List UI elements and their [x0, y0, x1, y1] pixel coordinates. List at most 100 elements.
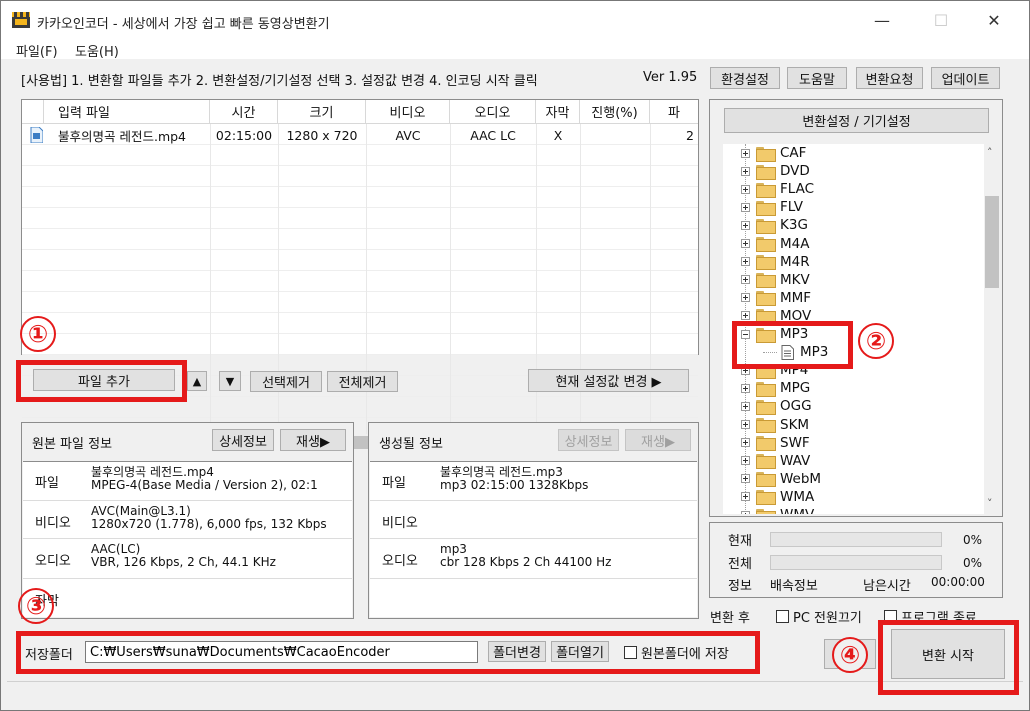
request-button[interactable]: 변환요청	[856, 67, 923, 89]
save-folder-input[interactable]	[85, 641, 478, 663]
info-label: 정보	[728, 579, 752, 594]
update-button[interactable]: 업데이트	[931, 67, 1000, 89]
program-exit-checkbox[interactable]: 프로그램 종료	[884, 607, 977, 626]
tree-vertical-scrollbar[interactable]: ˄ ˅	[984, 144, 1000, 514]
conversion-settings-header-button[interactable]: 변환설정 / 기기설정	[724, 108, 989, 133]
help-button[interactable]: 도움말	[787, 67, 847, 89]
collapse-icon[interactable]	[741, 329, 750, 339]
tree-scrollbar-thumb[interactable]	[985, 196, 999, 288]
expand-icon[interactable]	[741, 239, 750, 248]
output-detail-button[interactable]: 상세정보	[558, 429, 619, 451]
open-folder-button[interactable]: 폴더열기	[551, 641, 609, 662]
tree-item-format[interactable]: DVD	[741, 162, 810, 180]
expand-icon[interactable]	[741, 311, 750, 321]
start-conversion-button[interactable]: 변환 시작	[891, 629, 1005, 679]
file-list-table[interactable]: 입력 파일 시간 크기 비디오 오디오 자막 진행(%) 파 불후의명곡 레전드…	[21, 99, 699, 451]
folder-icon	[756, 363, 776, 379]
current-progress-bar	[770, 532, 942, 547]
expand-icon[interactable]	[741, 365, 750, 375]
pc-off-checkbox[interactable]: PC 전원끄기	[776, 607, 862, 626]
expand-icon[interactable]	[741, 148, 750, 158]
source-info-title: 원본 파일 정보	[32, 437, 113, 452]
tree-item-format[interactable]: SWF	[741, 434, 810, 452]
tree-item-format[interactable]: M4A	[741, 235, 809, 253]
format-tree[interactable]: CAF DVD FLAC FLV K3G M4A M4R MKV MMF MOV MP3 MP3 MP4…	[723, 144, 985, 514]
tree-item-format[interactable]: SKM	[741, 416, 809, 434]
maximize-button[interactable]: ☐	[926, 9, 956, 33]
tree-item-format[interactable]: MP3	[741, 325, 808, 343]
tree-item-format[interactable]: OGG	[741, 397, 812, 415]
tree-item-format[interactable]: FLV	[741, 198, 803, 216]
tree-item-format[interactable]: MOV	[741, 307, 811, 325]
expand-icon[interactable]	[741, 401, 750, 411]
column-size[interactable]: 크기	[278, 100, 366, 123]
tree-item-format[interactable]: CAF	[741, 144, 806, 162]
expand-icon[interactable]	[741, 220, 750, 230]
cell-extra: 2	[686, 127, 694, 143]
menu-file[interactable]: 파일(F)	[16, 41, 58, 60]
expand-icon[interactable]	[741, 383, 750, 393]
column-progress[interactable]: 진행(%)	[580, 100, 650, 123]
tree-item-format[interactable]: K3G	[741, 216, 808, 234]
move-up-button[interactable]: ▲	[187, 371, 207, 391]
expand-icon[interactable]	[741, 510, 750, 514]
expand-icon[interactable]	[741, 492, 750, 502]
column-subtitle[interactable]: 자막	[536, 100, 580, 123]
output-play-button[interactable]: 재생▶	[625, 429, 691, 451]
checkbox-box[interactable]	[624, 646, 637, 659]
folder-icon	[756, 273, 776, 289]
expand-icon[interactable]	[741, 184, 750, 194]
column-extra[interactable]: 파	[650, 100, 698, 123]
menu-help[interactable]: 도움(H)	[75, 41, 119, 60]
folder-icon	[756, 146, 776, 162]
expand-icon[interactable]	[741, 474, 750, 484]
version-label: Ver 1.95	[643, 70, 698, 85]
close-button[interactable]: ✕	[979, 9, 1009, 33]
tree-item-format[interactable]: WAV	[741, 452, 810, 470]
tree-item-format[interactable]: MPG	[741, 379, 810, 397]
remove-selected-button[interactable]: 선택제거	[250, 371, 322, 392]
tree-item-format[interactable]: WMV	[741, 506, 814, 514]
expand-icon[interactable]	[741, 202, 750, 212]
source-detail-button[interactable]: 상세정보	[212, 429, 274, 451]
expand-icon[interactable]	[741, 166, 750, 176]
tree-item-format[interactable]: FLAC	[741, 180, 814, 198]
add-file-button[interactable]: 파일 추가	[33, 369, 175, 391]
expand-icon[interactable]	[741, 456, 750, 466]
tree-item-preset[interactable]: MP3	[763, 343, 828, 361]
move-down-button[interactable]: ▼	[219, 371, 241, 391]
scroll-up-icon[interactable]: ˄	[987, 146, 993, 159]
settings-button[interactable]: 환경설정	[710, 67, 780, 89]
tree-item-format[interactable]: M4R	[741, 253, 810, 271]
checkbox-box[interactable]	[776, 610, 789, 623]
folder-icon	[756, 454, 776, 470]
minimize-button[interactable]: —	[867, 9, 897, 33]
expand-icon[interactable]	[741, 257, 750, 267]
column-video[interactable]: 비디오	[366, 100, 450, 123]
scroll-down-icon[interactable]: ˅	[987, 497, 993, 510]
tree-item-format[interactable]: MKV	[741, 271, 810, 289]
folder-icon	[756, 381, 776, 397]
expand-icon[interactable]	[741, 420, 750, 429]
callout-number-1: ①	[20, 316, 56, 352]
expand-icon[interactable]	[741, 275, 750, 285]
tree-item-format[interactable]: WebM	[741, 470, 821, 488]
expand-icon[interactable]	[741, 438, 750, 448]
tree-item-format[interactable]: MP4	[741, 361, 808, 379]
save-folder-label: 저장폴더	[25, 648, 73, 663]
table-row[interactable]: 불후의명곡 레전드.mp4 02:15:00 1280 x 720 AVC AA…	[22, 125, 698, 145]
checkbox-box[interactable]	[884, 610, 897, 623]
remove-all-button[interactable]: 전체제거	[327, 371, 398, 392]
expand-icon[interactable]	[741, 293, 750, 303]
tree-item-format[interactable]: MMF	[741, 289, 811, 307]
tree-item-format[interactable]: WMA	[741, 488, 814, 506]
column-time[interactable]: 시간	[210, 100, 278, 123]
column-input-file[interactable]: 입력 파일	[44, 100, 210, 123]
save-to-source-checkbox[interactable]: 원본폴더에 저장	[624, 643, 729, 662]
change-current-settings-button[interactable]: 현재 설정값 변경 ▶	[528, 369, 689, 392]
change-folder-button[interactable]: 폴더변경	[488, 641, 546, 662]
column-audio[interactable]: 오디오	[450, 100, 536, 123]
source-play-button[interactable]: 재생▶	[280, 429, 346, 451]
window-title: 카카오인코더 - 세상에서 가장 쉽고 빠른 동영상변환기	[37, 17, 330, 32]
total-label: 전체	[728, 557, 752, 572]
